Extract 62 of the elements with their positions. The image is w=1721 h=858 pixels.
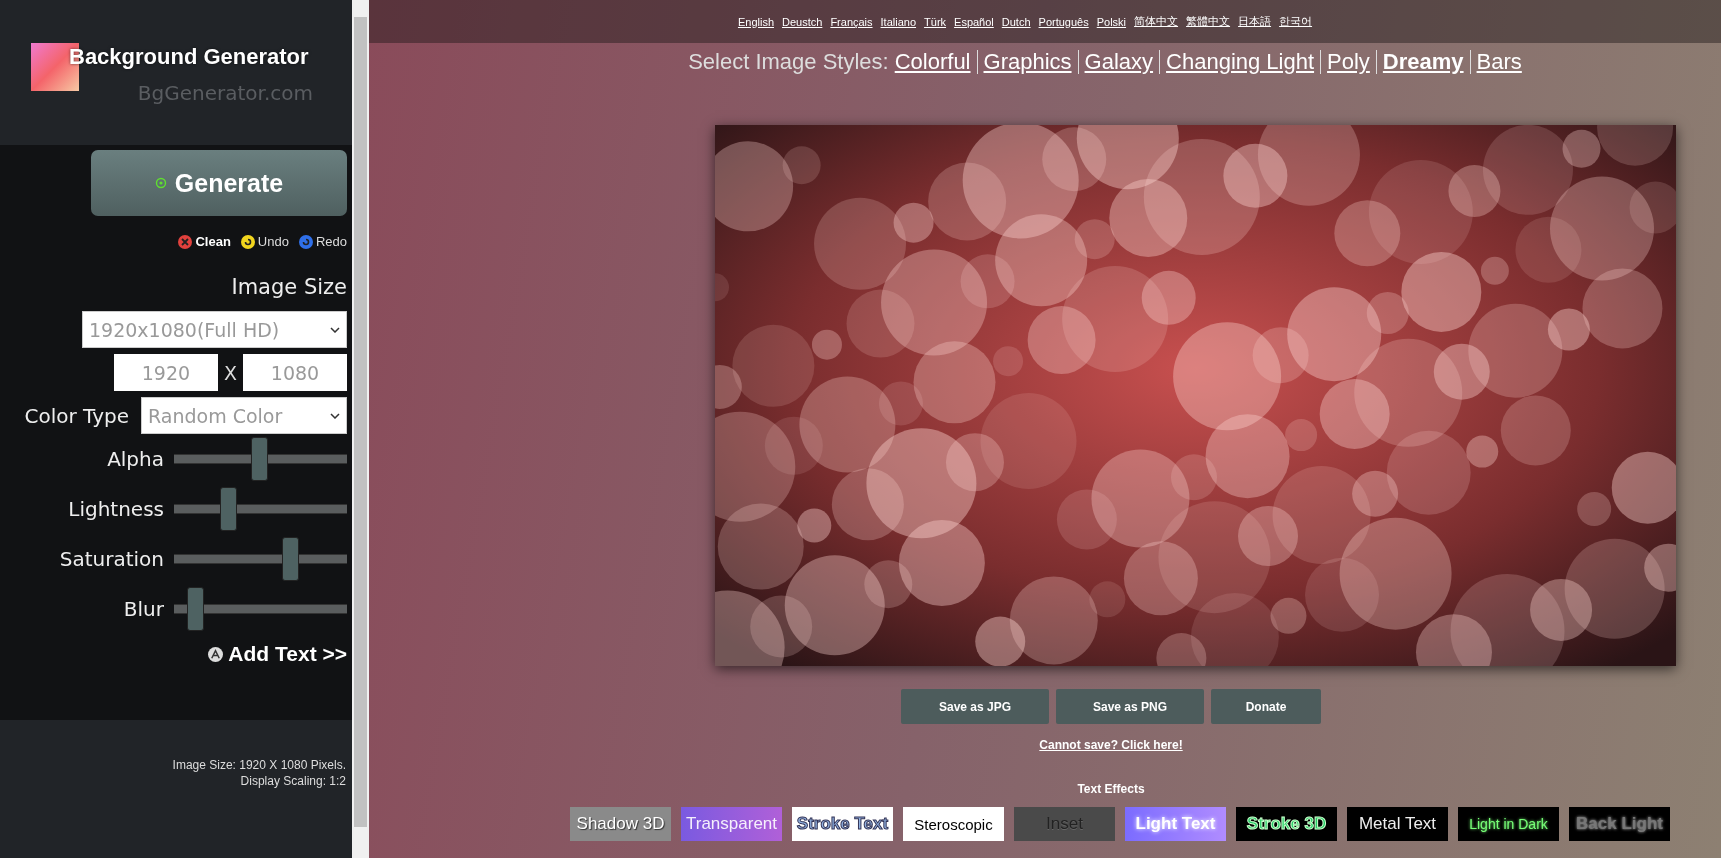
style-link[interactable]: Bars bbox=[1476, 49, 1522, 75]
target-icon bbox=[154, 177, 167, 189]
language-link[interactable]: 한국어 bbox=[1279, 14, 1313, 29]
undo-icon bbox=[240, 234, 255, 249]
language-link[interactable]: Dutch bbox=[1001, 15, 1031, 28]
logo-subtitle: BgGenerator.com bbox=[136, 81, 313, 105]
chevron-down-icon bbox=[330, 326, 340, 333]
width-field[interactable]: 1920 bbox=[113, 354, 218, 391]
language-link[interactable]: Polski bbox=[1096, 15, 1127, 28]
save-button[interactable]: Save as PNG bbox=[1056, 689, 1204, 724]
text-effect-button[interactable]: Back Light bbox=[1569, 807, 1670, 841]
close-icon bbox=[178, 234, 193, 249]
language-link[interactable]: Português bbox=[1038, 15, 1089, 28]
slider-thumb[interactable] bbox=[219, 487, 237, 531]
text-effect-button[interactable]: Light in Dark bbox=[1458, 807, 1559, 841]
text-effect-button[interactable]: Steroscopic bbox=[903, 807, 1004, 841]
language-link[interactable]: Türk bbox=[924, 15, 947, 28]
slider-label: Saturation bbox=[59, 547, 164, 571]
language-link[interactable]: 日本語 bbox=[1238, 14, 1272, 29]
slider-thumb[interactable] bbox=[281, 537, 299, 581]
color-type-label: Color Type bbox=[24, 403, 129, 428]
action-link[interactable]: Clean bbox=[195, 234, 231, 249]
slider-thumb[interactable] bbox=[186, 587, 204, 631]
style-link[interactable]: Graphics bbox=[983, 49, 1072, 75]
save-button[interactable]: Donate bbox=[1211, 689, 1321, 724]
language-link[interactable]: English bbox=[737, 15, 774, 28]
action-link[interactable]: Redo bbox=[315, 234, 347, 249]
redo-icon bbox=[298, 234, 313, 249]
language-link[interactable]: 繁體中文 bbox=[1186, 14, 1231, 29]
language-link[interactable]: Español bbox=[954, 15, 994, 28]
style-link[interactable]: Galaxy bbox=[1084, 49, 1154, 75]
height-field[interactable]: 1080 bbox=[243, 354, 347, 391]
chevron-down-icon bbox=[330, 412, 340, 419]
style-link[interactable]: Colorful bbox=[894, 49, 971, 75]
image-size-heading: Image Size bbox=[231, 275, 347, 299]
text-icon bbox=[208, 646, 224, 662]
add-text-link[interactable]: Add Text >> bbox=[228, 642, 347, 666]
cannot-save-link[interactable]: Cannot save? Click here! bbox=[1039, 738, 1183, 752]
slider-label: Alpha bbox=[107, 447, 164, 471]
save-button[interactable]: Save as JPG bbox=[901, 689, 1049, 724]
image-info-text: Display Scaling: 1:2 bbox=[239, 773, 346, 789]
language-link[interactable]: Italiano bbox=[880, 15, 917, 28]
language-link[interactable]: Deustch bbox=[782, 15, 823, 28]
styles-label: Select Image Styles: bbox=[688, 49, 889, 75]
text-effect-button[interactable]: Stroke 3D bbox=[1236, 807, 1337, 841]
text-effects-title: Text Effects bbox=[1077, 782, 1145, 796]
slider-thumb[interactable] bbox=[250, 437, 268, 481]
slider-label: Lightness bbox=[68, 497, 164, 521]
times-sign: X bbox=[223, 361, 237, 384]
slider-label: Blur bbox=[123, 597, 164, 621]
generate-button[interactable]: Generate bbox=[91, 150, 347, 216]
scrollbar[interactable] bbox=[352, 0, 369, 858]
text-effect-button[interactable]: Transparent bbox=[681, 807, 782, 841]
style-link[interactable]: Changing Light bbox=[1166, 49, 1315, 75]
action-link[interactable]: Undo bbox=[257, 234, 289, 249]
language-link[interactable]: 简体中文 bbox=[1134, 14, 1179, 29]
text-effect-button[interactable]: Stroke Text bbox=[792, 807, 893, 841]
image-info-text: Image Size: 1920 X 1080 Pixels. bbox=[171, 757, 346, 773]
language-link[interactable]: Français bbox=[830, 15, 873, 28]
style-link[interactable]: Poly bbox=[1327, 49, 1370, 75]
style-link[interactable]: Dreamy bbox=[1382, 49, 1464, 75]
text-effect-button[interactable]: Metal Text bbox=[1347, 807, 1448, 841]
